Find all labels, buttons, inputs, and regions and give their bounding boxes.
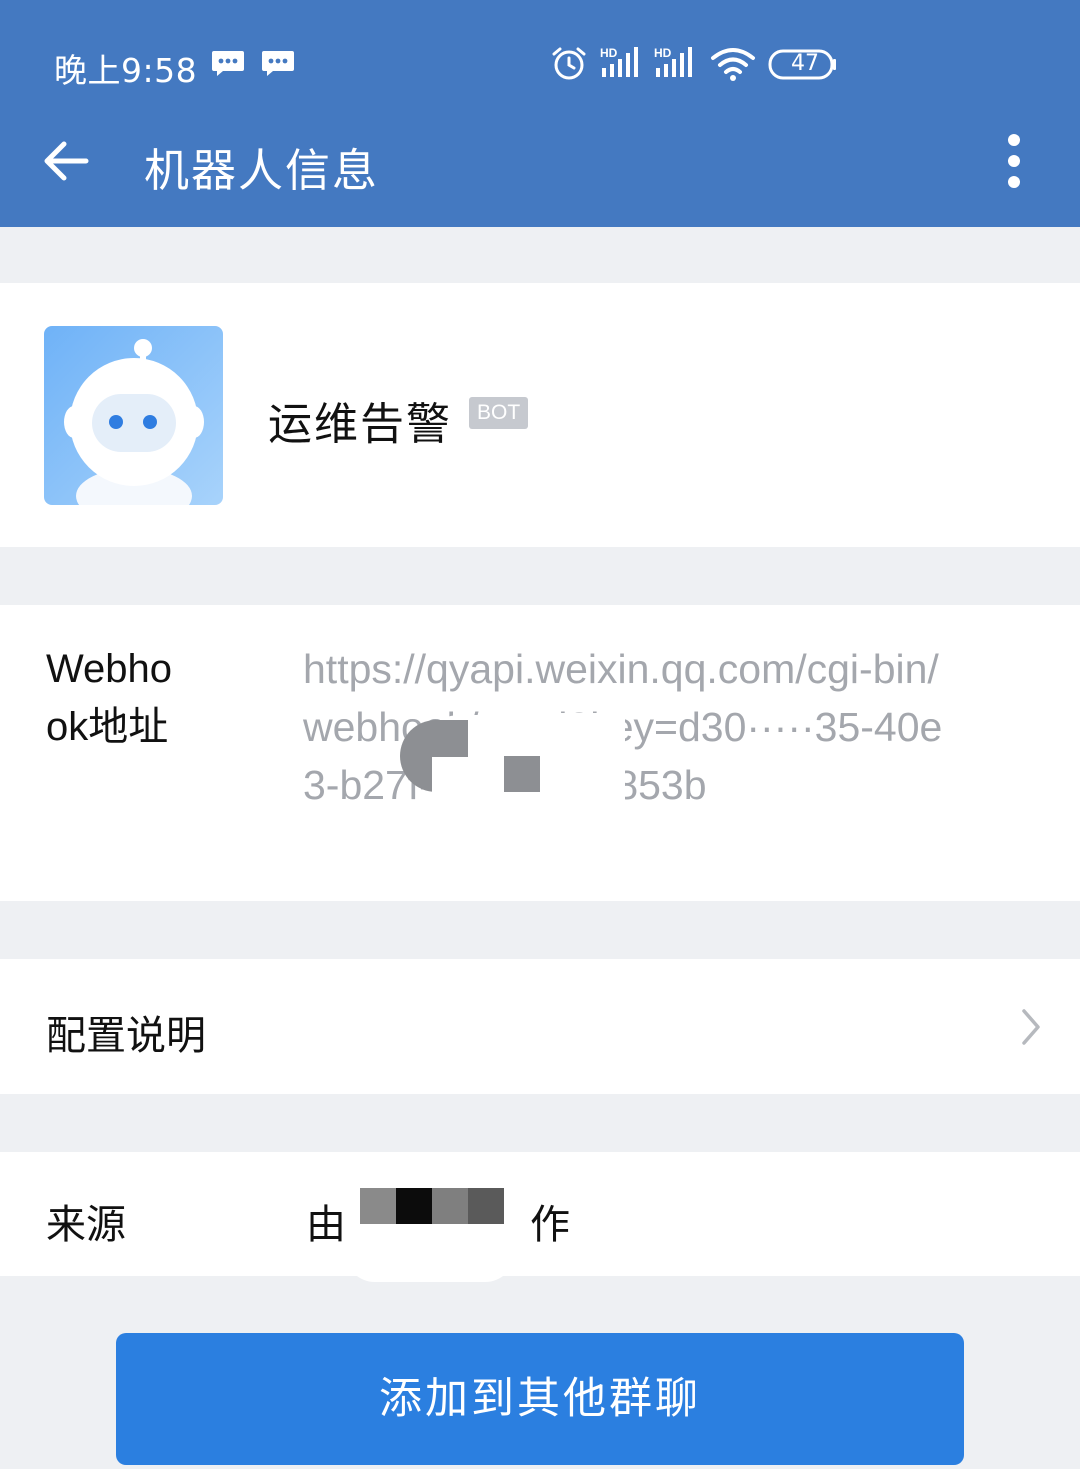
- message-icon: [262, 51, 294, 76]
- config-guide-row[interactable]: 配置说明: [0, 959, 1080, 1094]
- redaction-mask: [432, 757, 468, 797]
- status-time: 晚上9:58: [54, 51, 198, 90]
- source-suffix: 作: [530, 1203, 570, 1247]
- svg-text:HD: HD: [654, 46, 672, 60]
- add-to-other-groups-button[interactable]: 添加到其他群聊: [116, 1333, 964, 1465]
- alarm-icon: [552, 47, 586, 80]
- redaction-mask: [360, 1188, 504, 1224]
- webhook-label: Webhook地址: [46, 647, 173, 749]
- back-button[interactable]: [40, 134, 94, 188]
- page-title: 机器人信息: [144, 144, 380, 197]
- source-row: 来源 由 作: [0, 1152, 1080, 1282]
- more-options-button[interactable]: [994, 130, 1034, 194]
- bot-name: 运维告警: [268, 399, 452, 450]
- webhook-row: Webhook地址 https://qyapi.weixin.qq.com/cg…: [0, 605, 1080, 901]
- redaction-mask: [548, 713, 598, 753]
- redaction-mask: [345, 1224, 515, 1282]
- signal-hd-icon: HD: [600, 46, 638, 77]
- wifi-icon: [711, 48, 755, 81]
- app-bar: 晚上9:58 HD HD 47 机器人信息: [0, 0, 1080, 227]
- chevron-right-icon: [1022, 1009, 1040, 1045]
- svg-text:HD: HD: [600, 46, 618, 60]
- source-label: 来源: [46, 1203, 126, 1247]
- message-icon: [212, 51, 244, 76]
- config-guide-label: 配置说明: [46, 1014, 206, 1058]
- bot-profile-card: 运维告警 BOT: [0, 283, 1080, 547]
- redaction-mask: [504, 756, 540, 792]
- bot-badge: BOT: [469, 397, 529, 429]
- robot-avatar-icon: [44, 326, 223, 505]
- battery-level: 47: [791, 51, 819, 76]
- source-prefix: 由: [306, 1203, 346, 1247]
- signal-hd-icon: HD: [654, 46, 692, 77]
